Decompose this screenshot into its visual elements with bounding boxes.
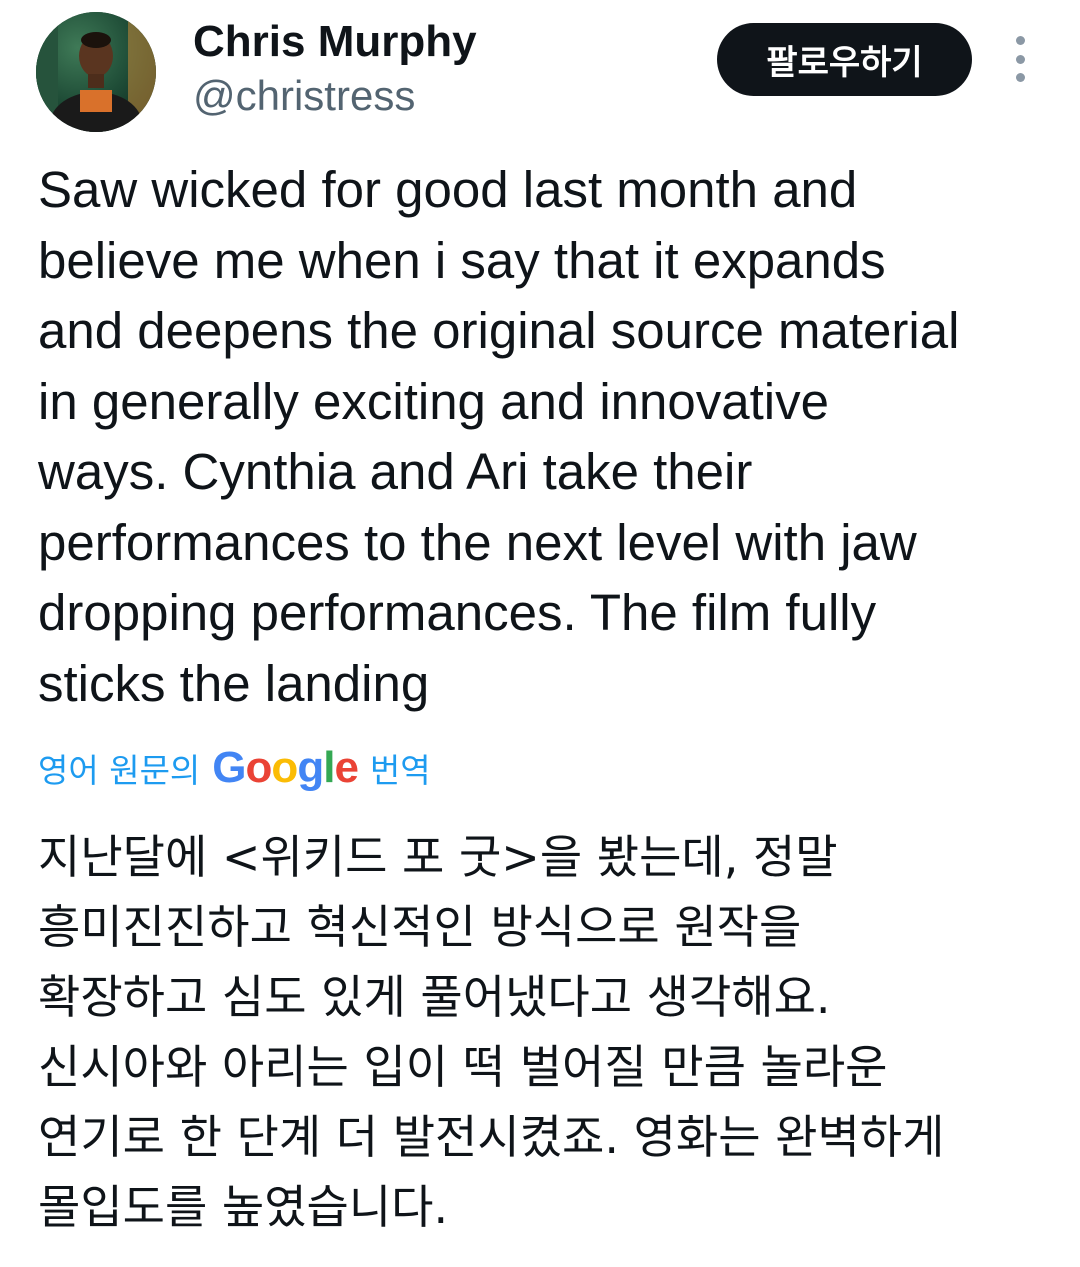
translated-text-line: 지난달에 <위키드 포 굿>을 봤는데, 정말 (38, 830, 838, 884)
tweet-text-line: and deepens the original source material (38, 302, 960, 359)
more-dot (1015, 54, 1025, 64)
translation-attribution-link[interactable]: 영어 원문의 Google 번역 (38, 740, 431, 796)
translation-prefix: 영어 원문의 (38, 751, 201, 790)
translated-text-line: 연기로 한 단계 더 발전시켰죠. 영화는 완벽하게 (38, 1110, 945, 1164)
tweet-text: Saw wicked for good last month and belie… (38, 155, 1058, 719)
author-display-name[interactable]: Chris Murphy (193, 14, 477, 70)
translation-suffix: 번역 (369, 751, 431, 790)
avatar-image (36, 12, 156, 132)
tweet-text-line: sticks the landing (38, 654, 430, 712)
tweet-text-line: believe me when i say that it expands (38, 231, 886, 289)
translated-text-line: 신시아와 아리는 입이 떡 벌어질 만큼 놀라운 (38, 1040, 888, 1094)
tweet-text-line: ways. Cynthia and Ari take their (38, 443, 753, 500)
tweet-text-line: in generally exciting and innovative (38, 372, 829, 430)
google-logo: Google (212, 743, 359, 792)
more-dot (1015, 36, 1025, 45)
translated-text-line: 흥미진진하고 혁신적인 방식으로 원작을 (38, 900, 802, 954)
translated-text: 지난달에 <위키드 포 굿>을 봤는데, 정말 흥미진진하고 혁신적인 방식으로… (38, 822, 1058, 1242)
tweet-text-line: dropping performances. The film fully (38, 584, 877, 641)
author-handle[interactable]: @christress (193, 70, 415, 122)
tweet-text-line: performances to the next level with jaw (38, 513, 917, 571)
avatar[interactable] (36, 12, 156, 132)
more-vertical-icon[interactable] (1002, 36, 1038, 82)
translated-text-line: 몰입도를 높였습니다. (38, 1180, 449, 1234)
follow-button[interactable]: 팔로우하기 (717, 23, 972, 96)
translated-text-line: 확장하고 심도 있게 풀어냈다고 생각해요. (38, 970, 831, 1024)
tweet-text-line: Saw wicked for good last month and (38, 161, 858, 218)
more-dot (1015, 73, 1025, 82)
